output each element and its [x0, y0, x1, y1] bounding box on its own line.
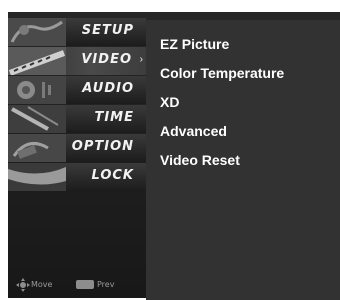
submenu-item-xd[interactable]: XD [160, 94, 179, 110]
menu-item-option[interactable]: OPTION [8, 134, 146, 162]
prev-hint-label: Prev [97, 280, 115, 289]
submenu-header-bar [146, 12, 340, 20]
audio-thumbnail-icon [8, 76, 66, 104]
submenu-item-video-reset[interactable]: Video Reset [160, 152, 240, 168]
option-thumbnail-icon [8, 134, 66, 162]
submenu-item-ez-picture[interactable]: EZ Picture [160, 36, 229, 52]
menu-item-video[interactable]: VIDEO › [8, 47, 146, 75]
dpad-icon [16, 278, 30, 292]
lock-thumbnail-icon [8, 163, 66, 191]
tv-osd-screen: SETUP VIDEO › AUDIO TIME OPTION LOCK Mov… [0, 0, 340, 300]
video-submenu: EZ Picture Color Temperature XD Advanced… [146, 12, 340, 300]
submenu-item-color-temperature[interactable]: Color Temperature [160, 65, 284, 81]
time-thumbnail-icon [8, 105, 66, 133]
video-thumbnail-icon [8, 47, 66, 75]
menu-item-label: OPTION [71, 139, 134, 154]
menu-item-setup[interactable]: SETUP [8, 18, 146, 46]
main-menu: SETUP VIDEO › AUDIO TIME OPTION LOCK [8, 12, 146, 298]
menu-item-label: SETUP [81, 23, 134, 38]
help-bar: Move Prev [14, 278, 142, 292]
submenu-arrow-icon: › [139, 54, 143, 65]
menu-item-lock[interactable]: LOCK [8, 163, 146, 191]
menu-item-time[interactable]: TIME [8, 105, 146, 133]
submenu-item-advanced[interactable]: Advanced [160, 123, 227, 139]
menu-item-label: AUDIO [82, 81, 134, 96]
menu-item-label: LOCK [91, 168, 134, 183]
move-hint-label: Move [31, 280, 53, 289]
setup-thumbnail-icon [8, 18, 66, 46]
menu-key-icon [76, 280, 94, 289]
menu-item-audio[interactable]: AUDIO [8, 76, 146, 104]
menu-item-label: VIDEO [81, 52, 132, 67]
menu-item-label: TIME [94, 110, 134, 125]
